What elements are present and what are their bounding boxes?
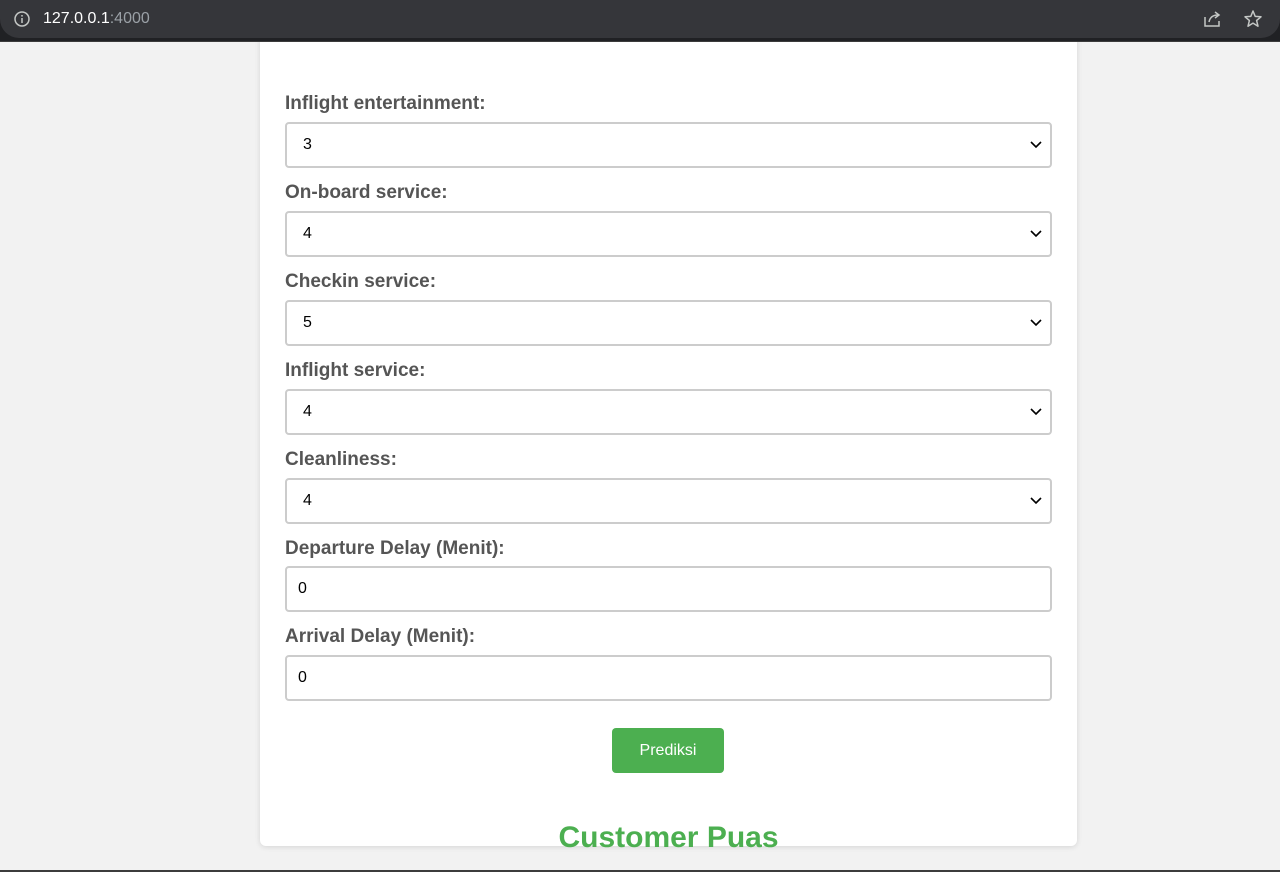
form-card: Inflight entertainment: 3 On-board servi… — [260, 42, 1077, 854]
label-inflight-service: Inflight service: — [285, 360, 426, 381]
chevron-down-icon — [1030, 319, 1042, 327]
select-value: 3 — [303, 136, 312, 153]
select-cleanliness[interactable]: 4 — [285, 478, 1052, 524]
chevron-down-icon — [1030, 497, 1042, 505]
label-checkin-service: Checkin service: — [285, 271, 437, 292]
star-icon[interactable] — [1243, 9, 1263, 29]
select-value: 5 — [303, 314, 312, 331]
chevron-down-icon — [1030, 141, 1042, 149]
browser-toolbar: 127.0.0.1:4000 — [0, 0, 1280, 42]
select-inflight-entertainment[interactable]: 3 — [285, 122, 1052, 168]
input-departure-delay[interactable]: 0 — [285, 566, 1052, 612]
label-cleanliness: Cleanliness: — [285, 449, 397, 470]
select-value: 4 — [303, 225, 312, 242]
select-onboard-service[interactable]: 4 — [285, 211, 1052, 257]
url-port: :4000 — [109, 10, 150, 27]
select-inflight-service[interactable]: 4 — [285, 389, 1052, 435]
url-text[interactable]: 127.0.0.1:4000 — [43, 9, 150, 29]
label-inflight-entertainment: Inflight entertainment: — [285, 93, 486, 114]
prediction-result: Customer Puas — [558, 821, 779, 854]
select-value: 4 — [303, 492, 312, 509]
page-viewport: Inflight entertainment: 3 On-board servi… — [0, 42, 1280, 870]
select-checkin-service[interactable]: 5 — [285, 300, 1052, 346]
label-onboard-service: On-board service: — [285, 182, 448, 203]
address-bar[interactable]: 127.0.0.1:4000 — [0, 0, 1280, 38]
label-arrival-delay: Arrival Delay (Menit): — [285, 626, 476, 647]
input-arrival-delay[interactable]: 0 — [285, 655, 1052, 701]
url-host: 127.0.0.1 — [43, 10, 110, 27]
info-icon[interactable] — [14, 11, 30, 27]
chevron-down-icon — [1030, 230, 1042, 238]
select-value: 4 — [303, 403, 312, 420]
share-icon[interactable] — [1202, 9, 1222, 29]
input-value: 0 — [298, 580, 307, 597]
chevron-down-icon — [1030, 408, 1042, 416]
input-value: 0 — [298, 669, 307, 686]
label-departure-delay: Departure Delay (Menit): — [285, 538, 505, 559]
predict-button[interactable]: Prediksi — [612, 728, 724, 773]
